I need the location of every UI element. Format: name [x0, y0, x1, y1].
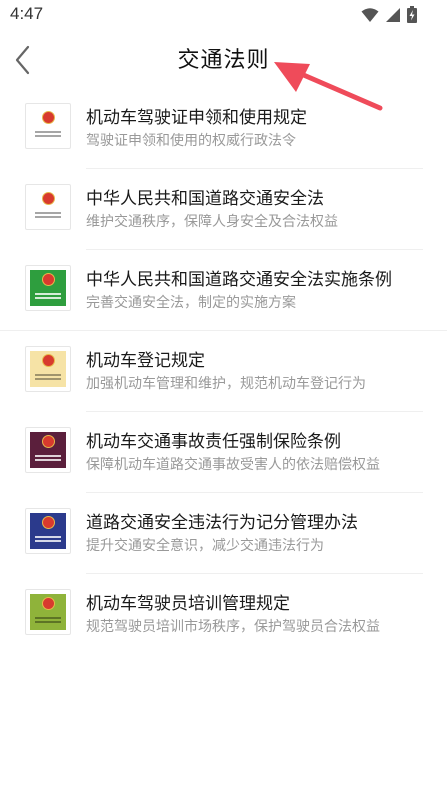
national-emblem-icon: [41, 192, 55, 205]
list-item[interactable]: 中华人民共和国道路交通安全法实施条例 完善交通安全法，制定的实施方案: [0, 250, 447, 331]
cover-thumbnail: [25, 589, 71, 635]
item-title: 道路交通安全违法行为记分管理办法: [86, 513, 358, 533]
signal-icon: [386, 7, 400, 22]
national-emblem-icon: [41, 273, 55, 286]
cover-thumbnail: [25, 103, 71, 149]
item-description: 保障机动车道路交通事故受害人的依法赔偿权益: [86, 457, 380, 473]
item-title: 机动车驾驶员培训管理规定: [86, 594, 290, 614]
cover-thumbnail: [25, 184, 71, 230]
law-list: 机动车驾驶证申领和使用规定 驾驶证申领和使用的权威行政法令 中华人民共和国道路交…: [0, 88, 447, 655]
header: 交通法则: [0, 30, 447, 111]
national-emblem-icon: [41, 516, 55, 529]
item-description: 完善交通安全法，制定的实施方案: [86, 295, 296, 311]
status-bar: 4:47: [0, 0, 447, 30]
item-description: 规范驾驶员培训市场秩序，保护驾驶员合法权益: [86, 619, 380, 635]
item-description: 维护交通秩序，保障人身安全及合法权益: [86, 214, 338, 230]
item-title: 机动车驾驶证申领和使用规定: [86, 108, 307, 128]
list-item[interactable]: 机动车登记规定 加强机动车管理和维护，规范机动车登记行为: [0, 331, 447, 412]
item-title: 中华人民共和国道路交通安全法实施条例: [86, 270, 392, 290]
cover-thumbnail: [25, 265, 71, 311]
list-item[interactable]: 机动车驾驶证申领和使用规定 驾驶证申领和使用的权威行政法令: [0, 88, 447, 169]
cover-background: [30, 189, 66, 225]
item-title: 中华人民共和国道路交通安全法: [86, 189, 324, 209]
wifi-icon: [361, 7, 379, 22]
status-icons: [361, 6, 417, 23]
item-description: 加强机动车管理和维护，规范机动车登记行为: [86, 376, 366, 392]
cover-thumbnail: [25, 427, 71, 473]
cover-background: [30, 270, 66, 306]
national-emblem-icon: [41, 354, 55, 367]
list-item[interactable]: 中华人民共和国道路交通安全法 维护交通秩序，保障人身安全及合法权益: [0, 169, 447, 250]
cover-thumbnail: [25, 508, 71, 554]
list-item[interactable]: 机动车驾驶员培训管理规定 规范驾驶员培训市场秩序，保护驾驶员合法权益: [0, 574, 447, 655]
cover-background: [30, 513, 66, 549]
item-description: 驾驶证申领和使用的权威行政法令: [86, 133, 296, 149]
list-item[interactable]: 道路交通安全违法行为记分管理办法 提升交通安全意识，减少交通违法行为: [0, 493, 447, 574]
cover-background: [30, 594, 66, 630]
battery-icon: [407, 6, 417, 23]
item-title: 机动车登记规定: [86, 351, 205, 371]
national-emblem-icon: [41, 435, 55, 448]
status-time: 4:47: [10, 4, 44, 23]
cover-background: [30, 351, 66, 387]
national-emblem-icon: [41, 111, 55, 124]
item-title: 机动车交通事故责任强制保险条例: [86, 432, 341, 452]
item-description: 提升交通安全意识，减少交通违法行为: [86, 538, 324, 554]
cover-background: [30, 432, 66, 468]
national-emblem-icon: [41, 597, 55, 610]
list-item[interactable]: 机动车交通事故责任强制保险条例 保障机动车道路交通事故受害人的依法赔偿权益: [0, 412, 447, 493]
cover-thumbnail: [25, 346, 71, 392]
cover-background: [30, 108, 66, 144]
